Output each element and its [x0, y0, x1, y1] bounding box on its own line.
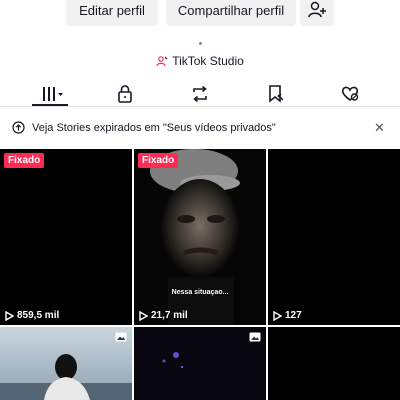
view-count: 127 — [273, 310, 302, 321]
video-tile[interactable] — [268, 327, 400, 400]
upload-info-icon — [12, 121, 25, 134]
view-count-text: 127 — [285, 310, 302, 321]
video-thumbnail-image — [134, 149, 266, 325]
bio-dot — [199, 42, 202, 45]
photo-thumbnail-image — [134, 327, 266, 400]
edit-profile-button[interactable]: Editar perfil — [66, 0, 158, 26]
studio-icon — [156, 56, 168, 67]
add-friend-button[interactable] — [300, 0, 334, 26]
video-tile[interactable]: Fixado Nessa situaçao... 21,7 mil — [134, 149, 266, 325]
view-count: 859,5 mil — [5, 310, 59, 321]
tabs-divider — [0, 106, 400, 107]
share-profile-button[interactable]: Compartilhar perfil — [166, 0, 296, 26]
tiktok-studio-link[interactable]: TikTok Studio — [0, 53, 400, 69]
bookmark-icon — [269, 85, 284, 103]
video-grid: Fixado 859,5 mil Fixado Nessa situaçao..… — [0, 149, 400, 400]
add-user-icon — [308, 1, 326, 18]
play-icon — [5, 310, 14, 321]
video-caption: Nessa situaçao... — [171, 289, 229, 296]
profile-actions: Editar perfil Compartilhar perfil — [0, 0, 400, 28]
pinned-badge: Fixado — [4, 153, 45, 168]
tab-favorites[interactable] — [260, 80, 292, 108]
tab-private[interactable] — [109, 80, 141, 108]
view-count-text: 21,7 mil — [151, 310, 188, 321]
photo-badge-icon — [249, 332, 261, 342]
tab-reposts[interactable] — [184, 80, 216, 108]
lock-icon — [118, 85, 132, 103]
close-icon[interactable]: ✕ — [374, 120, 385, 136]
photo-badge-icon — [115, 332, 127, 342]
view-count-text: 859,5 mil — [17, 310, 60, 321]
view-count: 21,7 mil — [139, 310, 188, 321]
pinned-badge: Fixado — [138, 153, 179, 168]
liked-icon — [341, 86, 359, 101]
photo-tile[interactable] — [134, 327, 266, 400]
photo-tile[interactable] — [0, 327, 132, 400]
video-tile[interactable]: 127 — [268, 149, 400, 325]
grid-icon — [43, 87, 63, 101]
photo-thumbnail-image — [0, 327, 132, 400]
tab-liked[interactable] — [334, 80, 366, 108]
video-tile[interactable]: Fixado 859,5 mil — [0, 149, 132, 325]
play-icon — [139, 310, 148, 321]
studio-label: TikTok Studio — [172, 54, 244, 68]
notice-text: Veja Stories expirados em "Seus vídeos p… — [32, 122, 276, 134]
repost-icon — [193, 85, 207, 103]
play-icon — [273, 310, 282, 321]
stories-notice[interactable]: Veja Stories expirados em "Seus vídeos p… — [0, 114, 400, 142]
